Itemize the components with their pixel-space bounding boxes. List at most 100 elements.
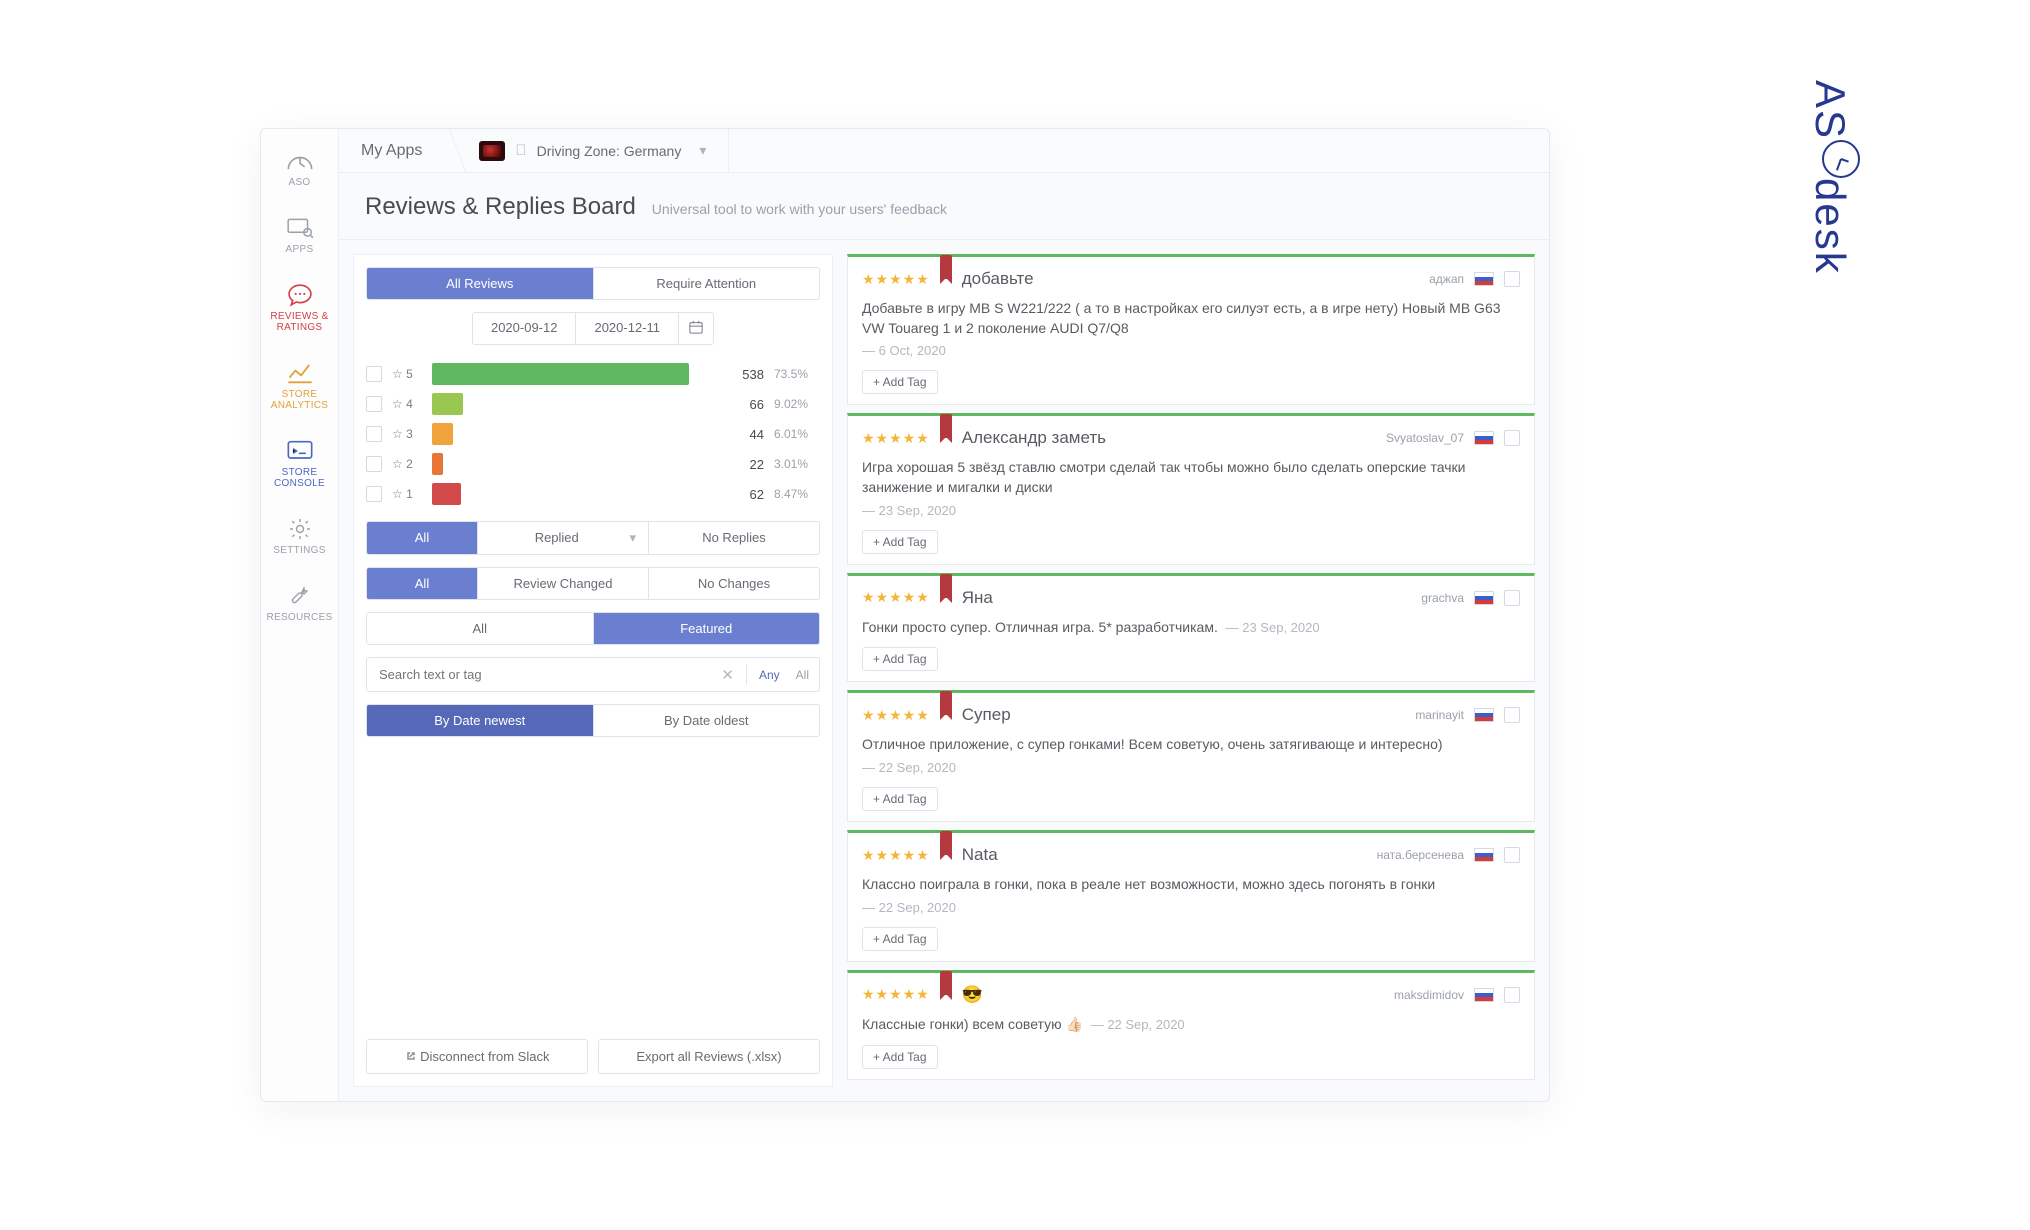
rating-percentage: 73.5% bbox=[774, 367, 820, 381]
star-rating: ★★★★★ bbox=[862, 847, 930, 864]
review-select-checkbox[interactable] bbox=[1504, 987, 1520, 1003]
breadcrumb-app-selector[interactable]:  Driving Zone: Germany ▾ bbox=[449, 129, 729, 172]
rating-bar-track bbox=[432, 393, 718, 415]
star-rating: ★★★★★ bbox=[862, 707, 930, 724]
export-reviews-button[interactable]: Export all Reviews (.xlsx) bbox=[598, 1039, 820, 1074]
tab-require-attention[interactable]: Require Attention bbox=[593, 268, 820, 299]
review-date: — 22 Sep, 2020 bbox=[862, 899, 1520, 917]
star-rating: ★★★★★ bbox=[862, 430, 930, 447]
tab-all-reviews[interactable]: All Reviews bbox=[367, 268, 593, 299]
change-all[interactable]: All bbox=[367, 568, 477, 599]
review-body: Добавьте в игру MB S W221/222 ( а то в н… bbox=[862, 299, 1520, 360]
page-heading: Reviews & Replies Board Universal tool t… bbox=[339, 173, 1549, 240]
sidebar-item-reviews[interactable]: REVIEWS & RATINGS bbox=[261, 269, 338, 347]
search-input[interactable] bbox=[373, 658, 709, 691]
sort-oldest[interactable]: By Date oldest bbox=[593, 705, 820, 736]
search-mode-any[interactable]: Any bbox=[755, 668, 784, 682]
reply-all[interactable]: All bbox=[367, 522, 477, 554]
monitor-search-icon bbox=[286, 216, 314, 240]
rating-bar-fill bbox=[432, 423, 453, 445]
topbar: My Apps  Driving Zone: Germany ▾ bbox=[339, 129, 1549, 173]
sidebar-item-resources[interactable]: RESOURCES bbox=[261, 570, 338, 637]
sidebar-item-label: SETTINGS bbox=[273, 545, 325, 556]
chevron-down-icon: ▾ bbox=[699, 142, 706, 159]
review-card: ★★★★★ Супер marinayit Отличное приложени… bbox=[847, 690, 1535, 822]
review-author: marinayit bbox=[1415, 708, 1464, 722]
rating-count: 538 bbox=[728, 367, 764, 382]
review-select-checkbox[interactable] bbox=[1504, 271, 1520, 287]
gauge-icon bbox=[286, 149, 314, 173]
feature-featured[interactable]: Featured bbox=[593, 613, 820, 644]
change-changed[interactable]: Review Changed bbox=[477, 568, 648, 599]
rating-filter-checkbox[interactable] bbox=[366, 426, 382, 442]
rating-distribution-chart: ☆ 5 538 73.5% ☆ 4 66 9.02% ☆ 3 44 6.01% … bbox=[366, 363, 820, 505]
flag-ru-icon bbox=[1474, 272, 1494, 286]
date-to[interactable]: 2020-12-11 bbox=[575, 313, 678, 344]
rating-filter-checkbox[interactable] bbox=[366, 396, 382, 412]
feature-all[interactable]: All bbox=[367, 613, 593, 644]
review-select-checkbox[interactable] bbox=[1504, 847, 1520, 863]
reviews-list: ★★★★★ добавьте аджап Добавьте в игру MB … bbox=[847, 254, 1535, 1087]
flag-ru-icon bbox=[1474, 988, 1494, 1002]
rating-filter-checkbox[interactable] bbox=[366, 486, 382, 502]
sort-newest[interactable]: By Date newest bbox=[367, 705, 593, 736]
rating-bar-fill bbox=[432, 393, 463, 415]
sidebar-item-apps[interactable]: APPS bbox=[261, 202, 338, 269]
rating-count: 66 bbox=[728, 397, 764, 412]
sidebar-item-label: STORE ANALYTICS bbox=[261, 389, 338, 411]
rating-filter-checkbox[interactable] bbox=[366, 456, 382, 472]
sidebar-item-aso[interactable]: ASO bbox=[261, 135, 338, 202]
search-row: ✕ Any All bbox=[366, 657, 820, 692]
review-body: Классные гонки) всем советую 👍🏻 — 22 Sep… bbox=[862, 1015, 1520, 1035]
add-tag-button[interactable]: + Add Tag bbox=[862, 787, 938, 811]
reply-filter: All Replied▾ No Replies bbox=[366, 521, 820, 555]
disconnect-slack-button[interactable]: Disconnect from Slack bbox=[366, 1039, 588, 1074]
review-author: Svyatoslav_07 bbox=[1386, 431, 1464, 445]
breadcrumb-my-apps[interactable]: My Apps bbox=[339, 129, 449, 172]
sidebar: ASO APPS REVIEWS & RATINGS STORE ANALYTI… bbox=[261, 129, 339, 1101]
add-tag-button[interactable]: + Add Tag bbox=[862, 530, 938, 554]
app-window: ASO APPS REVIEWS & RATINGS STORE ANALYTI… bbox=[260, 128, 1550, 1102]
review-select-checkbox[interactable] bbox=[1504, 590, 1520, 606]
review-select-checkbox[interactable] bbox=[1504, 430, 1520, 446]
date-range-picker[interactable]: 2020-09-12 2020-12-11 bbox=[472, 312, 714, 345]
star-rating: ★★★★★ bbox=[862, 271, 930, 288]
reply-noreplies[interactable]: No Replies bbox=[648, 522, 819, 554]
review-select-checkbox[interactable] bbox=[1504, 707, 1520, 723]
add-tag-button[interactable]: + Add Tag bbox=[862, 647, 938, 671]
calendar-icon[interactable] bbox=[678, 313, 713, 344]
gear-icon bbox=[286, 517, 314, 541]
sidebar-item-label: RESOURCES bbox=[266, 612, 332, 623]
page-subtitle: Universal tool to work with your users' … bbox=[652, 201, 947, 217]
search-mode-all[interactable]: All bbox=[792, 668, 813, 682]
review-body: Гонки просто супер. Отличная игра. 5* ра… bbox=[862, 618, 1520, 638]
rating-bar-track bbox=[432, 363, 718, 385]
review-title: Яна bbox=[962, 588, 993, 608]
change-nochange[interactable]: No Changes bbox=[648, 568, 819, 599]
rating-bar-track bbox=[432, 423, 718, 445]
review-card: ★★★★★ 😎 maksdimidov Классные гонки) всем… bbox=[847, 970, 1535, 1080]
rating-bar-row: ☆ 1 62 8.47% bbox=[366, 483, 820, 505]
review-author: grachva bbox=[1421, 591, 1464, 605]
review-date: — 22 Sep, 2020 bbox=[862, 759, 1520, 777]
button-label: Disconnect from Slack bbox=[420, 1049, 549, 1064]
sidebar-item-label: STORE CONSOLE bbox=[261, 467, 338, 489]
rating-bar-row: ☆ 3 44 6.01% bbox=[366, 423, 820, 445]
rating-bar-track bbox=[432, 453, 718, 475]
feature-filter: All Featured bbox=[366, 612, 820, 645]
sidebar-item-store-analytics[interactable]: STORE ANALYTICS bbox=[261, 347, 338, 425]
flag-ru-icon bbox=[1474, 848, 1494, 862]
reply-replied[interactable]: Replied▾ bbox=[477, 522, 648, 554]
rating-filter-checkbox[interactable] bbox=[366, 366, 382, 382]
rating-percentage: 9.02% bbox=[774, 397, 820, 411]
star-rating: ★★★★★ bbox=[862, 986, 930, 1003]
rating-bar-row: ☆ 4 66 9.02% bbox=[366, 393, 820, 415]
sidebar-item-settings[interactable]: SETTINGS bbox=[261, 503, 338, 570]
rating-percentage: 6.01% bbox=[774, 427, 820, 441]
clear-search-icon[interactable]: ✕ bbox=[717, 666, 738, 684]
add-tag-button[interactable]: + Add Tag bbox=[862, 370, 938, 394]
add-tag-button[interactable]: + Add Tag bbox=[862, 927, 938, 951]
sidebar-item-store-console[interactable]: STORE CONSOLE bbox=[261, 425, 338, 503]
date-from[interactable]: 2020-09-12 bbox=[473, 313, 576, 344]
add-tag-button[interactable]: + Add Tag bbox=[862, 1045, 938, 1069]
